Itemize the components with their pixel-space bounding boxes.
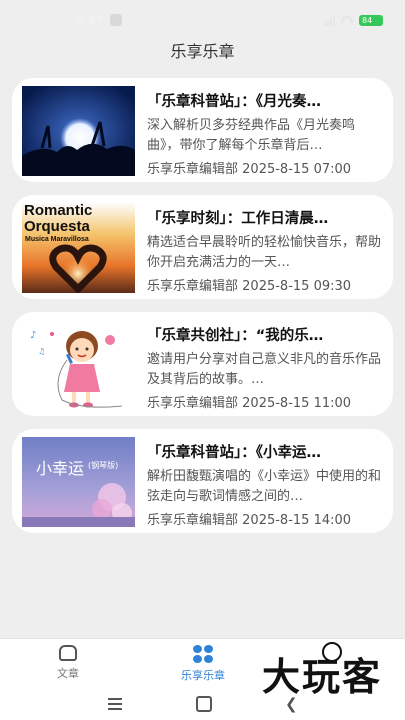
status-time: 9:47 [76, 14, 103, 28]
xiao-xing-yun-cover-image: 小幸运 (钢琴版) [22, 437, 135, 527]
tab-articles-label: 文章 [57, 667, 79, 680]
menu-icon[interactable] [108, 698, 122, 713]
svg-text:♫: ♫ [38, 347, 45, 356]
article-date: 2025-8-15 07:00 [242, 162, 352, 177]
battery-icon: 84 [359, 15, 383, 26]
thumb-subtitle: Musica Maravillosa [25, 236, 89, 243]
article-meta: 乐享乐章编辑部 2025-8-15 14:00 [147, 509, 387, 528]
article-date: 2025-8-15 11:00 [242, 396, 352, 411]
grid-icon [193, 645, 213, 663]
tab-le-xiang-le-zhang[interactable]: 乐享乐章 [163, 645, 243, 683]
heart-hands-sunset-image: Romantic Orquesta Musica Maravillosa [22, 203, 135, 293]
article-author: 乐享乐章编辑部 [147, 396, 239, 411]
wifi-icon [341, 16, 353, 25]
article-card[interactable]: ♪ ♫ 「乐章共创社」：“我的乐… 邀请用户分享对自己意义非凡的音乐作品及其背后… [12, 312, 393, 416]
article-card[interactable]: Romantic Orquesta Musica Maravillosa 「乐享… [12, 195, 393, 299]
home-square-icon[interactable] [196, 696, 212, 712]
article-author: 乐享乐章编辑部 [147, 279, 239, 294]
article-meta: 乐享乐章编辑部 2025-8-15 07:00 [147, 158, 387, 177]
article-title: 「乐章科普站」：《小幸运… [147, 445, 321, 461]
article-author: 乐享乐章编辑部 [147, 513, 239, 528]
article-meta: 乐享乐章编辑部 2025-8-15 11:00 [147, 392, 387, 411]
article-description: 解析田馥甄演唱的《小幸运》中使用的和弦走向与歌词情感之间的… [147, 469, 382, 504]
thumb-title-line1: Romantic [24, 203, 93, 219]
article-title: 「乐章科普站」：《月光奏… [147, 94, 321, 110]
article-date: 2025-8-15 09:30 [242, 279, 352, 294]
svg-text:♪: ♪ [30, 330, 36, 341]
status-icons: 84 [324, 15, 383, 26]
thumb-subtitle: (钢琴版) [88, 461, 119, 470]
article-author: 乐享乐章编辑部 [147, 162, 239, 177]
article-date: 2025-8-15 14:00 [242, 513, 352, 528]
article-title: 「乐章共创社」：“我的乐… [147, 328, 324, 344]
home-icon [59, 645, 77, 661]
tab-le-xiang-le-zhang-label: 乐享乐章 [181, 669, 225, 682]
signal-icon [324, 15, 335, 26]
wrench-icon [110, 14, 122, 26]
article-card[interactable]: 「乐章科普站」：《月光奏… 深入解析贝多芬经典作品《月光奏鸣曲》，带你了解每个乐… [12, 78, 393, 182]
thumb-title-line2: Orquesta [24, 218, 90, 235]
tab-articles[interactable]: 文章 [28, 645, 108, 681]
page-title: 乐享乐章 [170, 42, 235, 61]
singing-girl-cartoon-image: ♪ ♫ [22, 320, 135, 410]
status-bar: 9:47 84 [0, 0, 405, 32]
smiley-icon [322, 642, 342, 662]
article-title: 「乐享时刻」：工作日清晨… [147, 211, 329, 227]
article-meta: 乐享乐章编辑部 2025-8-15 09:30 [147, 275, 387, 294]
moon-tree-night-image [22, 86, 135, 176]
battery-level: 84 [362, 16, 373, 25]
article-card[interactable]: 小幸运 (钢琴版) 「乐章科普站」：《小幸运… 解析田馥甄演唱的《小幸运》中使用… [12, 429, 393, 533]
watermark-logo: 大玩客 [262, 642, 392, 702]
thumb-title: 小幸运 [36, 459, 85, 478]
article-description: 邀请用户分享对自己意义非凡的音乐作品及其背后的故事。… [147, 352, 382, 387]
article-description: 精选适合早晨聆听的轻松愉快音乐，帮助你开启充满活力的一天… [147, 235, 382, 270]
watermark-text: 大玩客 [262, 655, 383, 699]
article-description: 深入解析贝多芬经典作品《月光奏鸣曲》，带你了解每个乐章背后… [147, 118, 356, 153]
